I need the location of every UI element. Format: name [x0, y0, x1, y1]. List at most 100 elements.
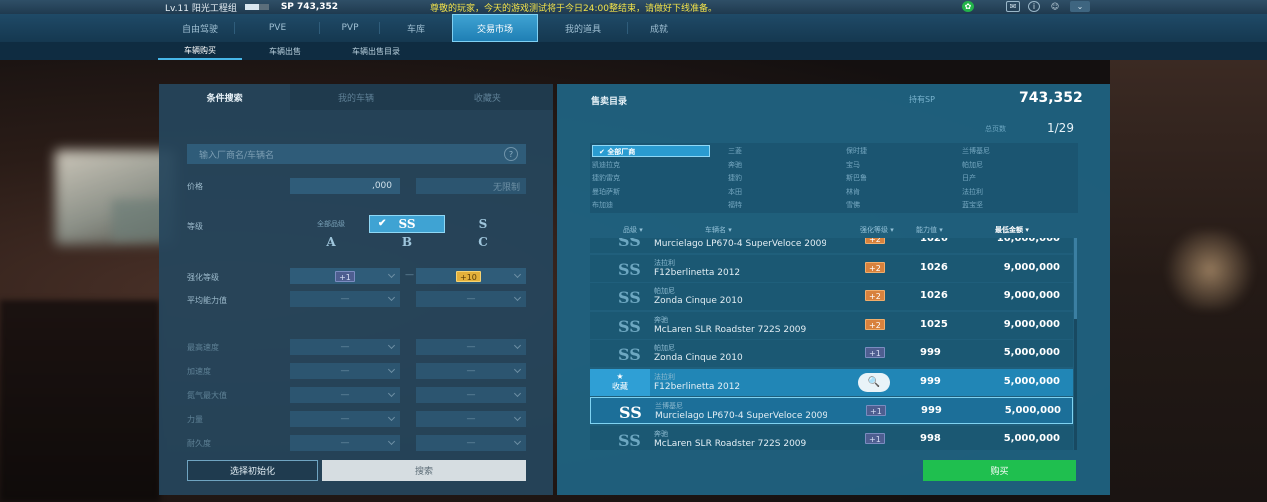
car-price: 10,000,000 [996, 238, 1060, 244]
car-power: 1026 [920, 261, 948, 273]
price-max-input[interactable]: 无限制 [416, 178, 526, 194]
manufacturer-option[interactable]: 林肯 [846, 186, 860, 198]
car-row[interactable]: SS 帕加尼 Zonda Cinque 2010 +2 1026 9,000,000 [590, 283, 1073, 310]
grade-all[interactable]: 全部品级 [293, 215, 369, 233]
tab-pve[interactable]: PVE [235, 14, 320, 42]
manufacturer-option[interactable]: 捷豹雷克 [592, 172, 620, 184]
tab-favorites[interactable]: 收藏夹 [421, 84, 553, 110]
sort-enhance[interactable]: 强化等级 ▾ [860, 225, 894, 235]
enhance-badge: +2 [865, 318, 885, 330]
car-row[interactable]: SS 帕加尼 Zonda Cinque 2010 +1 999 5,000,000 [590, 340, 1073, 367]
chevron-down-icon [513, 413, 522, 422]
manufacturer-option[interactable]: 兰博基尼 [962, 145, 990, 157]
car-row[interactable]: SS 法拉利 F12berlinetta 2012 +2 1026 9,000,000 [590, 254, 1073, 282]
enhance-badge: +2 [865, 261, 885, 273]
manufacturer-option[interactable]: 雪佛 [846, 199, 860, 211]
tab-my-cars[interactable]: 我的车辆 [290, 84, 422, 110]
scrollbar-thumb[interactable] [1074, 238, 1077, 319]
list-scrollbar[interactable] [1074, 238, 1077, 450]
manufacturer-option[interactable]: 斯巴鲁 [846, 172, 867, 184]
leaf-icon[interactable]: ✿ [962, 1, 974, 12]
grade-s[interactable]: S [445, 215, 521, 233]
stat-max-select[interactable]: — [416, 363, 526, 379]
enhance-max-select[interactable]: +10 [416, 268, 526, 284]
car-row[interactable]: SS兰博基尼Murcielago LP670-4 SuperVeloce 200… [590, 238, 1073, 253]
sort-name[interactable]: 车辆名 ▾ [705, 225, 732, 235]
tab-market[interactable]: 交易市场 [452, 14, 538, 42]
manufacturer-option[interactable]: 帕加尼 [962, 159, 983, 171]
chevron-down-icon [387, 270, 396, 279]
tab-garage[interactable]: 车库 [380, 14, 452, 42]
car-brand: 帕加尼 [654, 344, 675, 352]
stat-min-select[interactable]: — [290, 387, 400, 403]
stat-min-select[interactable]: — [290, 435, 400, 451]
car-model: McLaren SLR Roadster 722S 2009 [654, 438, 807, 449]
magnifier-icon[interactable]: 🔍 [858, 372, 890, 392]
search-button[interactable]: 搜索 [322, 460, 526, 481]
manufacturer-option[interactable]: 凯迪拉克 [592, 159, 620, 171]
car-row[interactable]: SS 奔驰 McLaren SLR Roadster 722S 2009 +2 1025… [590, 311, 1073, 339]
mail-icon[interactable]: ✉ [1006, 1, 1020, 12]
manufacturer-option[interactable]: 奔驰 [728, 159, 742, 171]
manufacturer-option[interactable]: 捷豹 [728, 172, 742, 184]
help-icon[interactable]: ? [504, 147, 518, 161]
search-input[interactable]: 输入厂商名/车辆名 ? [187, 144, 526, 164]
enhance-min-select[interactable]: +1 [290, 268, 400, 284]
manufacturer-option[interactable]: 三菱 [728, 145, 742, 157]
subtab-sell-list[interactable]: 车辆出售目录 [335, 42, 417, 60]
stat-min-select[interactable]: — [290, 339, 400, 355]
manufacturer-option[interactable]: 本田 [728, 186, 742, 198]
manufacturer-option[interactable]: 曼珀萨斯 [592, 186, 620, 198]
buy-button[interactable]: 购买 [923, 460, 1076, 481]
manufacturer-option[interactable]: 宝马 [846, 159, 860, 171]
grade-a[interactable]: A [293, 233, 369, 251]
manufacturer-option[interactable]: 全部厂商 [592, 145, 710, 157]
grade-c[interactable]: C [445, 233, 521, 251]
sp-balance: SP 743,352 [280, 2, 339, 12]
enhance-badge: +1 [866, 405, 886, 416]
favorite-button[interactable]: ★ 收藏 [590, 368, 650, 396]
sort-price[interactable]: 最低金额 ▾ [995, 225, 1029, 235]
car-brand: 兰博基尼 [655, 402, 683, 410]
info-icon[interactable]: i [1028, 1, 1040, 12]
car-brand: 法拉利 [654, 372, 675, 381]
grade-b[interactable]: B [369, 233, 445, 251]
chevron-down-icon [387, 437, 396, 446]
avg-stat-max-select[interactable]: — [416, 291, 526, 307]
subtab-buy[interactable]: 车辆购买 [158, 42, 242, 60]
manufacturer-option[interactable]: 日产 [962, 172, 976, 184]
tab-achievements[interactable]: 成就 [628, 14, 690, 42]
tab-free-drive[interactable]: 自由驾驶 [165, 14, 235, 42]
stat-min-select[interactable]: — [290, 363, 400, 379]
tab-pvp[interactable]: PVP [320, 14, 380, 42]
grade-ss[interactable]: ✔ SS [369, 215, 445, 233]
stat-max-select[interactable]: — [416, 339, 526, 355]
manufacturer-option[interactable]: 福特 [728, 199, 742, 211]
avg-stat-label: 平均能力值 [187, 296, 227, 305]
car-row[interactable]: SS 奔驰 McLaren SLR Roadster 722S 2009 +1 998 5… [590, 425, 1073, 450]
price-min-input[interactable]: ,000 [290, 178, 400, 194]
tab-items[interactable]: 我的道具 [538, 14, 628, 42]
sort-grade[interactable]: 品级 ▾ [623, 225, 643, 235]
stat-min-select[interactable]: — [290, 411, 400, 427]
manufacturer-option[interactable]: 蓝宝坚 [962, 199, 983, 211]
car-brand: 奔驰 [654, 315, 668, 324]
reset-button[interactable]: 选择初始化 [187, 460, 318, 481]
stat-max-select[interactable]: — [416, 387, 526, 403]
tab-condition-search[interactable]: 条件搜索 [159, 84, 290, 110]
user-icon[interactable]: ☺ [1048, 1, 1062, 12]
manufacturer-option[interactable]: 保时捷 [846, 145, 867, 157]
menu-icon[interactable]: ⌄ [1070, 1, 1090, 12]
sort-power[interactable]: 能力值 ▾ [916, 225, 943, 235]
subtab-sell[interactable]: 车辆出售 [250, 42, 320, 60]
sale-list-title: 售卖目录 [591, 97, 628, 107]
background-floor [0, 300, 160, 502]
car-row[interactable]: SS兰博基尼Murcielago LP670-4 SuperVeloce 200… [590, 397, 1073, 424]
manufacturer-option[interactable]: 法拉利 [962, 186, 983, 198]
manufacturer-option[interactable]: 布加迪 [592, 199, 613, 211]
stat-max-select[interactable]: — [416, 411, 526, 427]
avg-stat-min-select[interactable]: — [290, 291, 400, 307]
car-row[interactable]: ★ 收藏 法拉利 F12berlinetta 2012 🔍 999 5,000,000 [590, 368, 1073, 396]
car-model: McLaren SLR Roadster 722S 2009 [654, 324, 807, 335]
stat-max-select[interactable]: — [416, 435, 526, 451]
